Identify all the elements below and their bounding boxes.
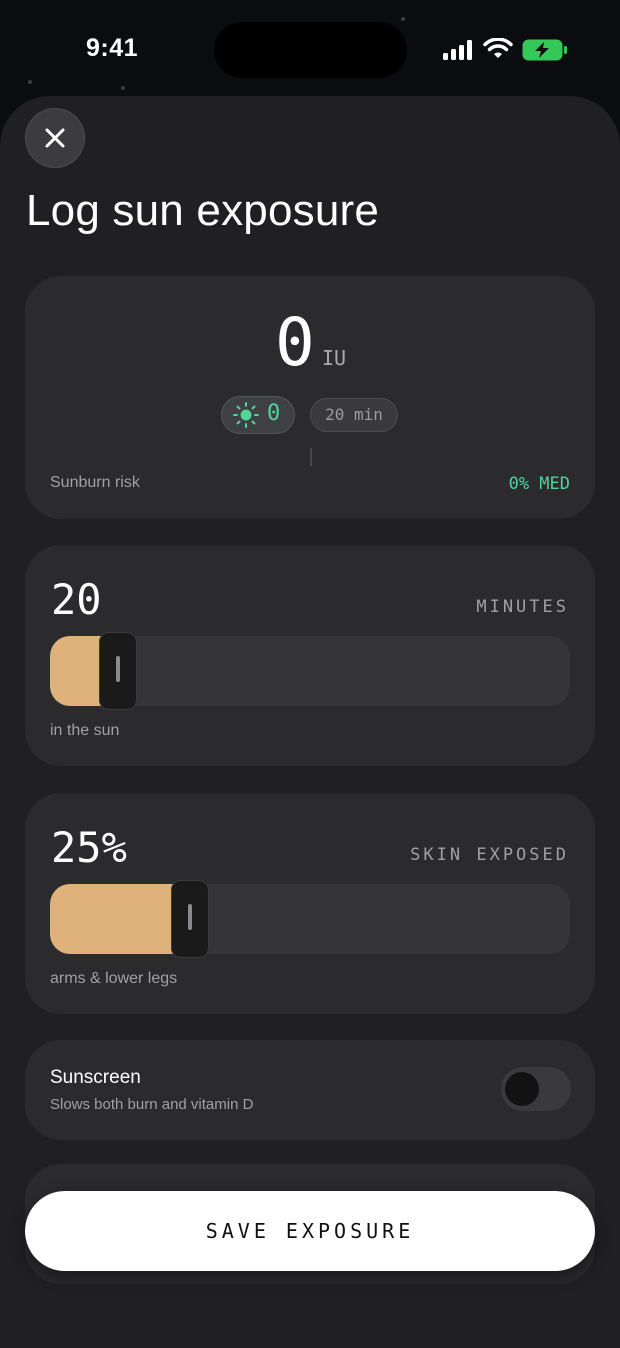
minutes-value: 20 (51, 575, 102, 624)
risk-marker (310, 448, 312, 466)
sunburn-risk-label: Sunburn risk (50, 474, 140, 491)
minutes-caption: MINUTES (476, 597, 569, 617)
sun-icon (233, 402, 259, 428)
grip-icon (116, 656, 120, 682)
sun-count-value: 0 (267, 401, 281, 426)
sunscreen-toggle[interactable] (501, 1067, 571, 1111)
skin-slider-handle[interactable] (171, 880, 209, 958)
close-icon (45, 128, 65, 148)
status-bar: 9:41 (0, 0, 620, 100)
cellular-signal-icon (443, 40, 472, 60)
skin-subtitle: arms & lower legs (50, 970, 178, 987)
wifi-icon (483, 38, 513, 58)
battery-charging-icon (522, 39, 567, 61)
page-title: Log sun exposure (26, 186, 380, 235)
dynamic-island (214, 22, 407, 78)
status-time: 9:41 (86, 34, 139, 62)
minutes-subtitle: in the sun (50, 722, 120, 739)
skin-caption: SKIN EXPOSED (410, 845, 569, 865)
sunburn-risk-value: 0% MED (508, 474, 570, 494)
sunscreen-card: Sunscreen Slows both burn and vitamin D (25, 1040, 595, 1140)
skin-slider[interactable] (50, 880, 570, 958)
sunscreen-description: Slows both burn and vitamin D (50, 1096, 254, 1113)
sun-count-pill: 0 (221, 396, 295, 434)
toggle-knob (505, 1072, 539, 1106)
minutes-card: 20 MINUTES in the sun (25, 545, 595, 766)
iu-value: 0 (275, 304, 315, 381)
skin-value: 25% (51, 823, 127, 872)
duration-pill: 20 min (310, 398, 398, 432)
minutes-slider-handle[interactable] (99, 632, 137, 710)
log-sun-exposure-sheet: Log sun exposure 0 IU 0 20 min Sunburn r… (0, 96, 620, 1348)
iu-unit: IU (322, 346, 347, 370)
vitamin-d-summary-card: 0 IU 0 20 min Sunburn risk 0% MED (25, 276, 595, 519)
skin-slider-fill (50, 884, 190, 954)
sunscreen-title: Sunscreen (50, 1067, 141, 1088)
minutes-slider[interactable] (50, 632, 570, 710)
close-button[interactable] (25, 108, 85, 168)
save-exposure-button[interactable]: SAVE EXPOSURE (25, 1191, 595, 1271)
grip-icon (188, 904, 192, 930)
skin-exposed-card: 25% SKIN EXPOSED arms & lower legs (25, 793, 595, 1014)
